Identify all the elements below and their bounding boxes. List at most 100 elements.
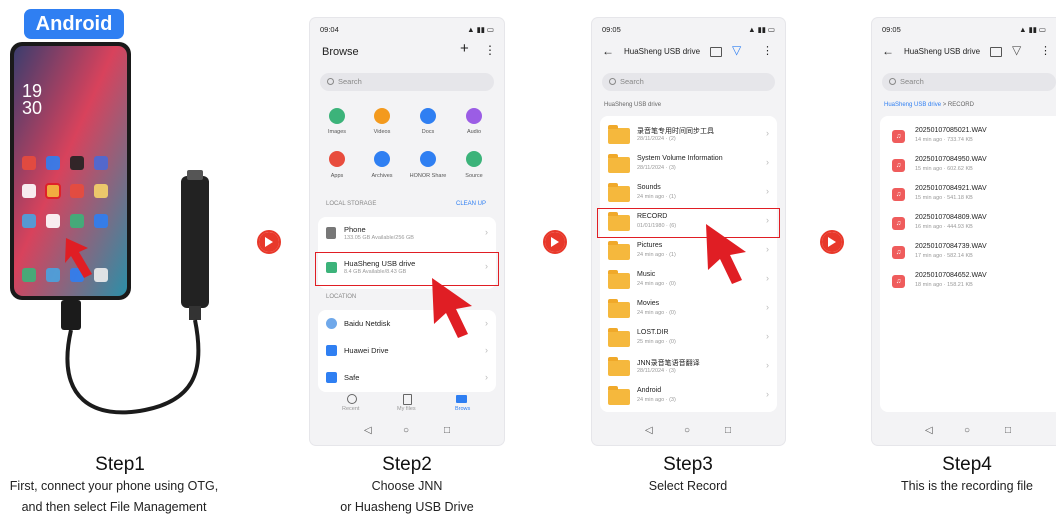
- clock-icon[interactable]: [347, 394, 357, 404]
- filter-icon[interactable]: ▽: [732, 43, 741, 57]
- chevron-right-icon: ›: [485, 372, 488, 382]
- location-item[interactable]: Huawei Drive: [344, 346, 389, 355]
- audio-file-icon: ♫: [892, 275, 905, 288]
- file-row[interactable]: ♫ 20250107084652.WAV 18 min ago · 158.21 K…: [880, 269, 1056, 297]
- back-nav-icon[interactable]: ◁: [364, 425, 372, 436]
- back-nav-icon[interactable]: ◁: [925, 425, 933, 436]
- apps-icon[interactable]: [329, 151, 345, 167]
- file-meta: 15 min ago · 602.62 KB: [915, 166, 973, 172]
- back-arrow-icon[interactable]: ←: [602, 44, 614, 58]
- signal-icon: ▲ ▮▮ ▭: [467, 25, 494, 34]
- folder-icon: [608, 241, 630, 260]
- status-bar: 09:05 ▲ ▮▮ ▭: [602, 25, 775, 37]
- tab-my-files[interactable]: My files: [397, 406, 416, 412]
- file-row[interactable]: ♫ 20250107084739.WAV 17 min ago · 582.14 K…: [880, 240, 1056, 268]
- videos-icon[interactable]: [374, 108, 390, 124]
- recents-nav-icon[interactable]: □: [444, 425, 450, 436]
- back-nav-icon[interactable]: ◁: [645, 425, 653, 436]
- category-label: Source: [465, 173, 483, 179]
- status-bar: 09:04 ▲ ▮▮ ▭: [320, 25, 494, 37]
- folder-meta: 28/11/2024 · (2): [637, 136, 676, 142]
- file-row[interactable]: ♫ 20250107084921.WAV 15 min ago · 541.18 K…: [880, 182, 1056, 210]
- home-nav-icon[interactable]: ○: [684, 425, 690, 436]
- more-icon[interactable]: ⋮: [484, 43, 496, 57]
- file-name: 20250107084809.WAV: [915, 214, 987, 221]
- folder-meta: 24 min ago · (0): [637, 310, 676, 316]
- location-item[interactable]: Safe: [344, 373, 359, 382]
- system-nav-bar: ◁ ○ □: [872, 419, 1056, 445]
- category-label: Audio: [466, 129, 482, 135]
- folder-row[interactable]: Sounds 24 min ago · (1) ›: [600, 182, 777, 210]
- folder-name: Music: [637, 271, 656, 278]
- breadcrumb[interactable]: HuaSheng USB drive: [604, 102, 661, 108]
- honor-share-icon[interactable]: [420, 151, 436, 167]
- folder-row[interactable]: Movies 24 min ago · (0) ›: [600, 298, 777, 326]
- file-name: 20250107085021.WAV: [915, 127, 987, 134]
- folder-row[interactable]: Android 24 min ago · (3) ›: [600, 385, 777, 413]
- section-header: LOCAL STORAGE: [326, 201, 377, 207]
- new-folder-icon[interactable]: [710, 47, 722, 57]
- archives-icon[interactable]: [374, 151, 390, 167]
- file-meta: 17 min ago · 582.14 KB: [915, 253, 973, 259]
- folder-meta: 28/11/2024 · (3): [637, 368, 676, 374]
- search-input[interactable]: Search: [602, 73, 775, 91]
- location-item[interactable]: Baidu Netdisk: [344, 319, 390, 328]
- folder-icon[interactable]: [456, 395, 467, 403]
- images-icon[interactable]: [329, 108, 345, 124]
- phone-storage-label[interactable]: Phone: [344, 225, 366, 234]
- chevron-right-icon: ›: [766, 273, 769, 283]
- status-time: 09:05: [882, 25, 901, 34]
- folder-meta: 24 min ago · (0): [637, 281, 676, 287]
- audio-icon[interactable]: [466, 108, 482, 124]
- folder-meta: 28/11/2024 · (3): [637, 165, 676, 171]
- folder-name: JNN录音笔语音翻译: [637, 360, 700, 367]
- back-arrow-icon[interactable]: ←: [882, 44, 894, 58]
- baidu-netdisk-icon: [326, 318, 337, 329]
- more-icon[interactable]: ⋮: [1040, 44, 1051, 57]
- category-label: Videos: [373, 129, 391, 135]
- file-meta: 15 min ago · 541.18 KB: [915, 195, 973, 201]
- step2-screen: 09:04 ▲ ▮▮ ▭ Browse + ⋮ Search Images Vid…: [310, 18, 504, 445]
- step2-description-line1: Choose JNN: [371, 479, 443, 493]
- step1-description-line2: and then select File Management: [21, 500, 207, 514]
- folder-name: LOST.DIR: [637, 329, 669, 336]
- new-folder-icon[interactable]: [990, 47, 1002, 57]
- breadcrumb-root[interactable]: HuaSheng USB drive: [884, 102, 941, 108]
- folder-row[interactable]: Music 24 min ago · (0) ›: [600, 269, 777, 297]
- add-icon[interactable]: +: [460, 40, 469, 57]
- home-nav-icon[interactable]: ○: [403, 425, 409, 436]
- recents-nav-icon[interactable]: □: [1005, 425, 1011, 436]
- search-input[interactable]: Search: [882, 73, 1056, 91]
- folder-row[interactable]: JNN录音笔语音翻译 28/11/2024 · (3) ›: [600, 356, 777, 384]
- file-row[interactable]: ♫ 20250107084950.WAV 15 min ago · 602.62 K…: [880, 153, 1056, 181]
- folder-list: 录音笔专用时间同步工具 28/11/2024 · (2) › System Volum…: [600, 116, 777, 412]
- filter-icon[interactable]: ▽: [1012, 43, 1021, 57]
- more-icon[interactable]: ⋮: [762, 44, 773, 57]
- step3-title: Step3: [663, 454, 713, 475]
- chevron-right-icon: ›: [485, 227, 488, 237]
- file-row[interactable]: ♫ 20250107084809.WAV 16 min ago · 444.93 K…: [880, 211, 1056, 239]
- tab-browse[interactable]: Brows: [455, 406, 470, 412]
- folder-row[interactable]: Pictures 24 min ago · (1) ›: [600, 240, 777, 268]
- step4-screen: 09:05 ▲ ▮▮ ▭ ← HuaSheng USB drive ▽ ⋮ Sea…: [872, 18, 1056, 445]
- folder-row[interactable]: 录音笔专用时间同步工具 28/11/2024 · (2) ›: [600, 124, 777, 152]
- home-nav-icon[interactable]: ○: [964, 425, 970, 436]
- bottom-tab-bar: Recent My files Brows: [310, 394, 504, 418]
- step3-screen: 09:05 ▲ ▮▮ ▭ ← HuaSheng USB drive ▽ ⋮ Sea…: [592, 18, 785, 445]
- folder-row[interactable]: LOST.DIR 25 min ago · (0) ›: [600, 327, 777, 355]
- docs-icon[interactable]: [420, 108, 436, 124]
- folder-row[interactable]: System Volume Information 28/11/2024 · (3…: [600, 153, 777, 181]
- recents-nav-icon[interactable]: □: [725, 425, 731, 436]
- phone-storage-icon: [326, 227, 336, 239]
- clean-up-link[interactable]: CLEAN UP: [456, 201, 486, 207]
- folder-meta: 25 min ago · (0): [637, 339, 676, 345]
- chevron-right-icon: ›: [766, 331, 769, 341]
- file-row[interactable]: ♫ 20250107085021.WAV 14 min ago · 733.74 K…: [880, 124, 1056, 152]
- audio-file-icon: ♫: [892, 217, 905, 230]
- folder-name: System Volume Information: [637, 155, 723, 162]
- tab-recent[interactable]: Recent: [342, 406, 359, 412]
- search-input[interactable]: Search: [320, 73, 494, 91]
- folder-icon: [608, 125, 630, 144]
- source-icon[interactable]: [466, 151, 482, 167]
- file-icon[interactable]: [403, 394, 412, 405]
